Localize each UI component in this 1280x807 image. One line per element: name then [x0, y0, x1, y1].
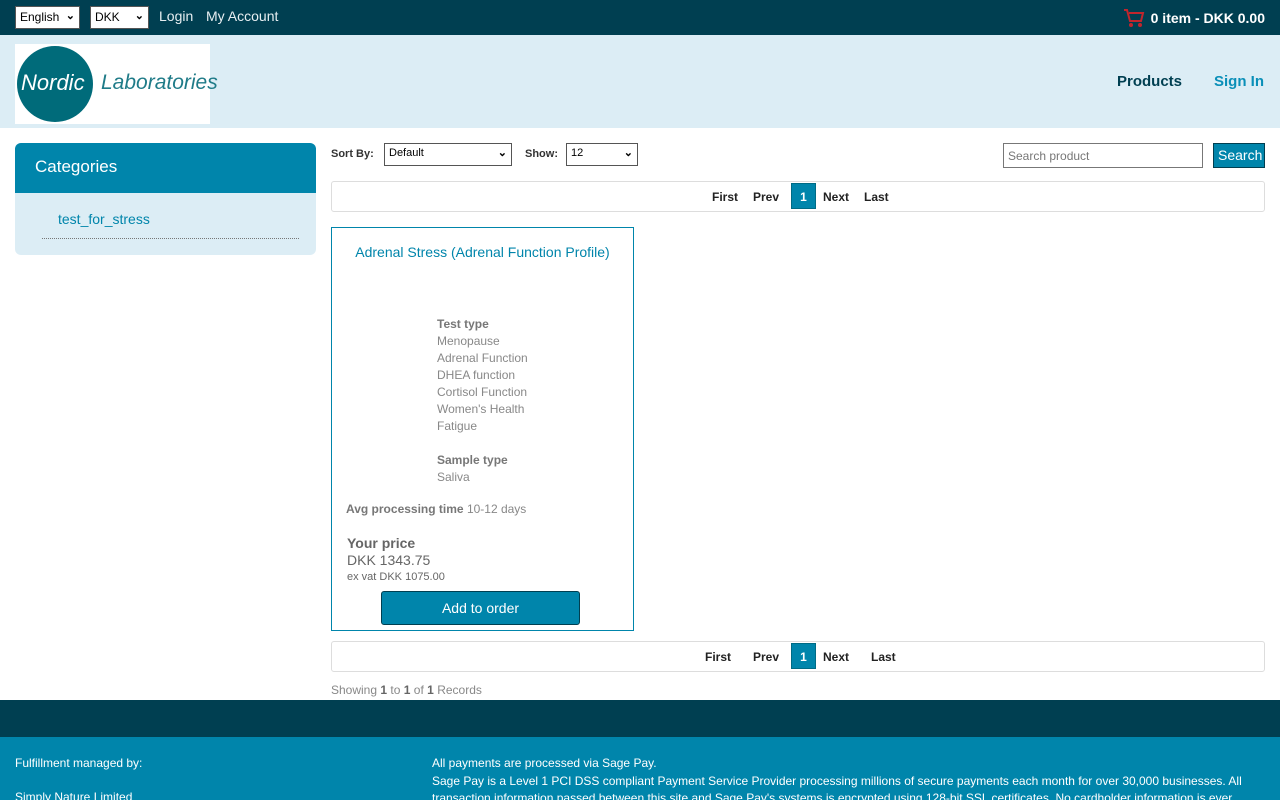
chevron-down-icon: ⌄: [134, 10, 144, 22]
sample-type-label: Sample type: [437, 453, 508, 467]
records-total: 1: [427, 683, 434, 697]
records-summary: Showing 1 to 1 of 1 Records: [331, 683, 482, 697]
product-title[interactable]: Adrenal Stress (Adrenal Function Profile…: [332, 244, 633, 260]
search-button[interactable]: Search: [1213, 143, 1265, 168]
records-text: to: [390, 683, 401, 697]
page-last[interactable]: Last: [871, 650, 896, 664]
page-first[interactable]: First: [705, 650, 731, 664]
nav-sign-in[interactable]: Sign In: [1214, 73, 1264, 90]
logo-text: Laboratories: [101, 71, 218, 94]
test-type: Cortisol Function: [437, 385, 528, 399]
chevron-down-icon: ⌄: [623, 147, 633, 159]
pagination-top: First Prev 1 Next Last: [331, 181, 1265, 212]
login-link[interactable]: Login: [159, 8, 193, 24]
my-account-link[interactable]: My Account: [206, 8, 278, 24]
price: DKK 1343.75: [347, 552, 431, 568]
chevron-down-icon: ⌄: [65, 10, 75, 22]
test-type: DHEA function: [437, 368, 516, 382]
sample-type: Saliva: [437, 470, 470, 484]
pagination-bottom: First Prev 1 Next Last: [331, 641, 1265, 672]
currency-select[interactable]: DKK ⌄: [90, 6, 149, 29]
page-current[interactable]: 1: [791, 183, 816, 209]
product-specs: Test type Menopause Adrenal Function DHE…: [437, 316, 528, 486]
price-ex-vat: ex vat DKK 1075.00: [347, 571, 445, 583]
records-text: Showing: [331, 683, 378, 697]
price-label: Your price: [347, 535, 416, 551]
show-value: 12: [571, 147, 584, 159]
avg-label: Avg processing time: [346, 502, 464, 516]
footer-band: [0, 700, 1280, 737]
nav-products[interactable]: Products: [1117, 73, 1182, 90]
cart-icon: [1123, 9, 1144, 27]
sort-select[interactable]: Default ⌄: [384, 143, 512, 166]
category-item[interactable]: test_for_stress: [42, 193, 299, 239]
test-type: Menopause: [437, 334, 500, 348]
page-next[interactable]: Next: [823, 650, 849, 664]
avg-value: 10-12 days: [466, 502, 527, 516]
records-from: 1: [380, 683, 388, 697]
company-name: Simply Nature Limited: [15, 790, 133, 804]
search-input[interactable]: Search product: [1003, 143, 1203, 168]
language-select[interactable]: English ⌄: [15, 6, 80, 29]
chevron-down-icon: ⌄: [497, 147, 507, 159]
page-current[interactable]: 1: [791, 643, 816, 669]
payments-text: All payments are processed via Sage Pay.: [432, 756, 657, 770]
cart-text: 0 item - DKK 0.00: [1150, 10, 1265, 26]
add-to-order-button[interactable]: Add to order: [381, 591, 580, 625]
categories-title: Categories: [15, 143, 316, 193]
records-text: Records: [437, 683, 482, 697]
fulfillment-label: Fulfillment managed by:: [15, 756, 143, 770]
page-prev[interactable]: Prev: [753, 190, 779, 204]
test-type-label: Test type: [437, 317, 489, 331]
test-type: Women's Health: [437, 402, 525, 416]
records-text: of: [413, 683, 424, 697]
top-bar: English ⌄ DKK ⌄ Login My Account 0 item - …: [0, 0, 1280, 35]
avg-processing: Avg processing time 10-12 days: [346, 502, 526, 516]
categories-panel: Categories test_for_stress: [15, 143, 316, 255]
footer: Fulfillment managed by: Simply Nature Li…: [0, 737, 1280, 805]
sort-label: Sort By:: [331, 148, 374, 160]
sagepay-text: Sage Pay is a Level 1 PCI DSS compliant …: [432, 774, 1242, 805]
cart-summary[interactable]: 0 item - DKK 0.00: [1123, 8, 1265, 28]
sort-value: Default: [389, 147, 424, 159]
records-to: 1: [403, 683, 411, 697]
page-prev[interactable]: Prev: [753, 650, 779, 664]
language-value: English: [20, 10, 60, 24]
header: Nordic Laboratories Products Sign In: [0, 35, 1280, 128]
logo-text: Nordic: [21, 70, 85, 95]
test-type: Adrenal Function: [437, 351, 528, 365]
page-first[interactable]: First: [712, 190, 738, 204]
page-next[interactable]: Next: [823, 190, 849, 204]
test-type: Fatigue: [437, 419, 478, 433]
page-last[interactable]: Last: [864, 190, 889, 204]
logo[interactable]: Nordic Laboratories: [15, 44, 218, 124]
show-label: Show:: [525, 148, 558, 160]
currency-value: DKK: [95, 10, 120, 24]
product-card: Adrenal Stress (Adrenal Function Profile…: [331, 227, 634, 631]
show-select[interactable]: 12 ⌄: [566, 143, 638, 166]
